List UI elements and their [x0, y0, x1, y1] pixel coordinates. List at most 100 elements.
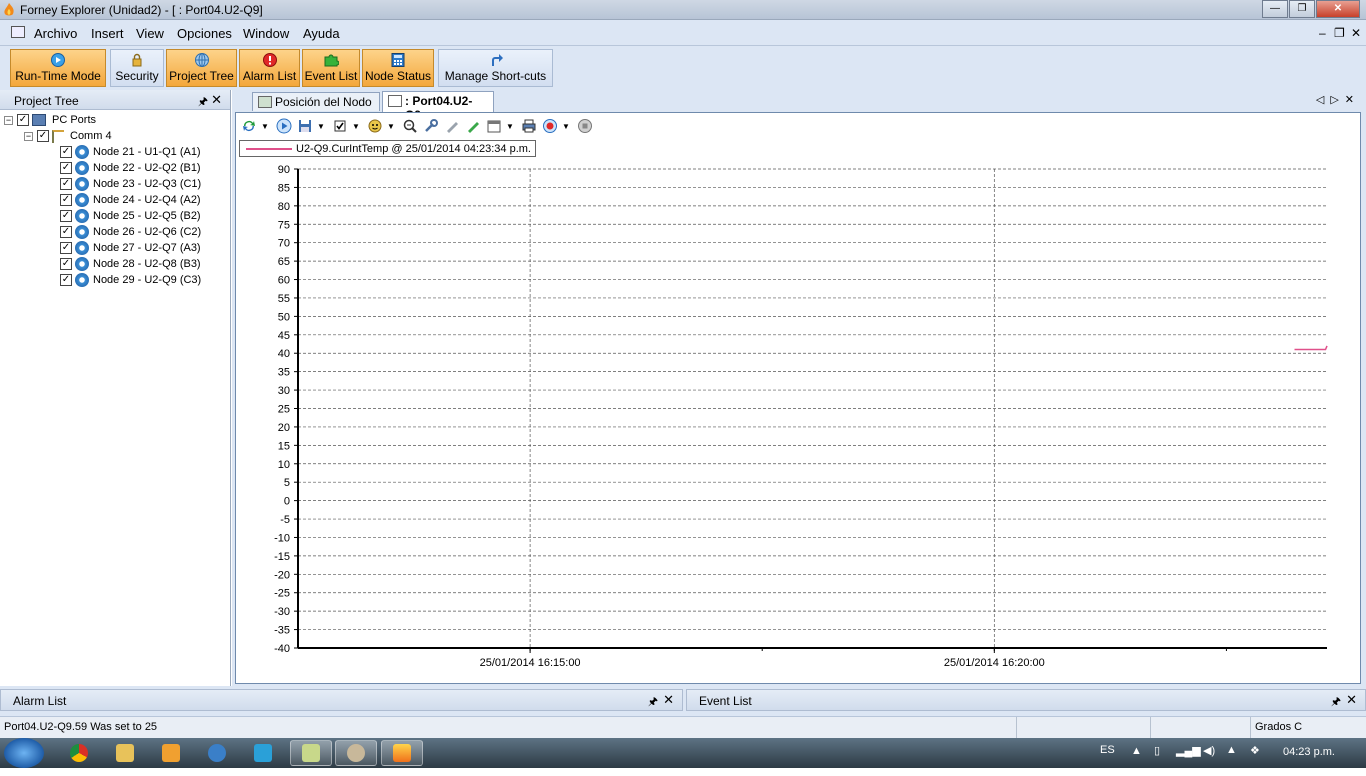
close-icon[interactable]: ✕: [1346, 692, 1357, 708]
tab-posicion-del-nodo[interactable]: Posición del Nodo: [252, 92, 380, 111]
chevron-down-icon[interactable]: ▼: [261, 117, 269, 135]
pin-icon[interactable]: 🖈: [198, 93, 208, 112]
stop-icon[interactable]: [576, 117, 594, 135]
menu-view[interactable]: View: [136, 26, 164, 41]
refresh-icon[interactable]: [240, 117, 258, 135]
close-icon[interactable]: ✕: [211, 92, 222, 108]
tree-item-node[interactable]: ✓ Node 25 - U2-Q5 (B2): [60, 208, 201, 224]
record-icon[interactable]: [541, 117, 559, 135]
chevron-down-icon[interactable]: ▼: [352, 117, 360, 135]
chevron-down-icon[interactable]: ▼: [387, 117, 395, 135]
mdi-close-button[interactable]: ✕: [1351, 26, 1361, 40]
calculator-icon: [390, 53, 406, 67]
media-player-taskbar-button[interactable]: [150, 740, 192, 766]
checkbox[interactable]: ✓: [60, 210, 72, 222]
tree-item-node[interactable]: ✓ Node 23 - U2-Q3 (C1): [60, 176, 201, 192]
y-tick-label: 0: [284, 496, 290, 508]
checkbox[interactable]: ✓: [60, 178, 72, 190]
battery-icon[interactable]: ▯: [1154, 744, 1160, 774]
run-time-mode-button[interactable]: Run-Time Mode: [10, 49, 106, 87]
bottom-panes: Alarm List 🖈 ✕ Event List 🖈 ✕: [0, 686, 1366, 716]
tree-item-node[interactable]: ✓ Node 22 - U2-Q2 (B1): [60, 160, 201, 176]
menu-ayuda[interactable]: Ayuda: [303, 26, 340, 41]
zoom-icon[interactable]: [401, 117, 419, 135]
chevron-down-icon[interactable]: ▼: [506, 117, 514, 135]
pin-icon[interactable]: 🖈: [648, 693, 658, 712]
menu-insert[interactable]: Insert: [91, 26, 124, 41]
alarm-list-title[interactable]: Alarm List: [13, 694, 66, 708]
checkbox[interactable]: ✓: [60, 162, 72, 174]
print-icon[interactable]: [520, 117, 538, 135]
start-button[interactable]: [4, 738, 44, 768]
tree-item-pc-ports[interactable]: − ✓ PC Ports: [4, 112, 96, 128]
project-tree-button[interactable]: Project Tree: [166, 49, 237, 87]
mdi-restore-button[interactable]: ❐: [1334, 26, 1345, 40]
dropbox-icon[interactable]: ❖: [1250, 744, 1260, 774]
language-indicator[interactable]: ES: [1100, 744, 1115, 774]
project-tree-title: Project Tree: [14, 94, 79, 108]
chevron-down-icon[interactable]: ▼: [562, 117, 570, 135]
event-list-title[interactable]: Event List: [699, 694, 752, 708]
forney-explorer-taskbar-button[interactable]: [381, 740, 423, 766]
checkbox[interactable]: ✓: [60, 194, 72, 206]
face-icon[interactable]: [366, 117, 384, 135]
tree-item-comm4[interactable]: − ✓ Comm 4: [24, 128, 112, 144]
menu-window[interactable]: Window: [243, 26, 289, 41]
gear-icon: [75, 273, 89, 287]
app-taskbar-button[interactable]: [290, 740, 332, 766]
document-area: Posición del Nodo : Port04.U2-Q9 ◁▷✕ ▼ ▼…: [232, 90, 1366, 686]
tab-navigation[interactable]: ◁▷✕: [1316, 93, 1360, 106]
node-status-button[interactable]: Node Status: [362, 49, 434, 87]
play-icon[interactable]: [275, 117, 293, 135]
wrench-icon[interactable]: [422, 117, 440, 135]
volume-icon[interactable]: ◀): [1203, 744, 1215, 774]
pencil-icon[interactable]: [443, 117, 461, 135]
maximize-button[interactable]: ❐: [1289, 0, 1315, 18]
chevron-down-icon[interactable]: ▼: [317, 117, 325, 135]
project-tree-pane: Project Tree 🖈 ✕ − ✓ PC Ports − ✓ Comm 4…: [0, 90, 231, 686]
tree-item-node[interactable]: ✓ Node 29 - U2-Q9 (C3): [60, 272, 201, 288]
drive-icon[interactable]: ▲: [1226, 744, 1237, 774]
pin-icon[interactable]: 🖈: [1331, 693, 1341, 712]
security-button[interactable]: Security: [110, 49, 164, 87]
collapse-icon[interactable]: −: [24, 131, 33, 141]
trend-plot[interactable]: 908580757065605550454035302520151050-5-1…: [236, 157, 1360, 683]
chrome-taskbar-button[interactable]: [58, 740, 100, 766]
chart-legend[interactable]: U2-Q9.CurIntTemp @ 25/01/2014 04:23:34 p…: [239, 140, 536, 157]
manage-shortcuts-button[interactable]: Manage Short-cuts: [438, 49, 553, 87]
mdi-minimize-button[interactable]: –: [1319, 26, 1326, 40]
checkbox-icon[interactable]: [331, 117, 349, 135]
menu-opciones[interactable]: Opciones: [177, 26, 232, 41]
tree-item-node[interactable]: ✓ Node 27 - U2-Q7 (A3): [60, 240, 201, 256]
app-taskbar-button[interactable]: [242, 740, 284, 766]
checkbox[interactable]: ✓: [60, 258, 72, 270]
checkbox[interactable]: ✓: [37, 130, 49, 142]
checkbox[interactable]: ✓: [60, 242, 72, 254]
pen-icon[interactable]: [464, 117, 482, 135]
tree-item-node[interactable]: ✓ Node 26 - U2-Q6 (C2): [60, 224, 201, 240]
tree-item-node[interactable]: ✓ Node 24 - U2-Q4 (A2): [60, 192, 201, 208]
paint-taskbar-button[interactable]: [335, 740, 377, 766]
clock[interactable]: 04:23 p.m.: [1283, 746, 1335, 776]
checkbox[interactable]: ✓: [60, 146, 72, 158]
tree-item-node[interactable]: ✓ Node 21 - U1-Q1 (A1): [60, 144, 201, 160]
app-taskbar-button[interactable]: [196, 740, 238, 766]
checkbox[interactable]: ✓: [60, 274, 72, 286]
alarm-list-button[interactable]: Alarm List: [239, 49, 300, 87]
tree-item-node[interactable]: ✓ Node 28 - U2-Q8 (B3): [60, 256, 201, 272]
checkbox[interactable]: ✓: [17, 114, 29, 126]
show-hidden-icons-icon[interactable]: ▲: [1131, 745, 1142, 775]
network-icon[interactable]: ▂▄▆: [1176, 744, 1201, 774]
close-icon[interactable]: ✕: [663, 692, 674, 708]
save-icon[interactable]: [296, 117, 314, 135]
minimize-button[interactable]: —: [1262, 0, 1288, 18]
comm-port-icon: [52, 129, 64, 143]
calendar-icon[interactable]: [485, 117, 503, 135]
collapse-icon[interactable]: −: [4, 115, 13, 125]
event-list-button[interactable]: Event List: [302, 49, 360, 87]
explorer-taskbar-button[interactable]: [104, 740, 146, 766]
tab-port04-u2-q9[interactable]: : Port04.U2-Q9: [382, 91, 494, 122]
menu-archivo[interactable]: Archivo: [34, 26, 77, 41]
checkbox[interactable]: ✓: [60, 226, 72, 238]
close-button[interactable]: ✕: [1316, 0, 1360, 18]
